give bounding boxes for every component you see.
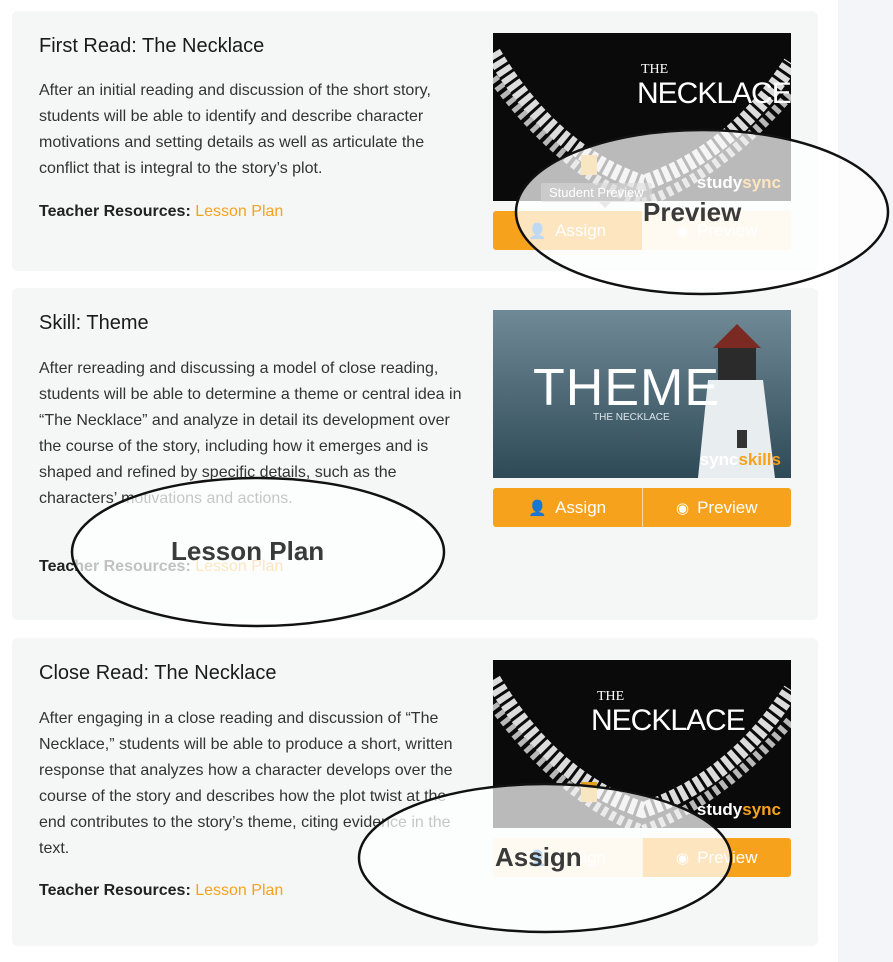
studysync-logo: studysync: [696, 173, 781, 192]
card-actions: 👤 Assign ◉ Preview: [493, 488, 791, 527]
eye-icon: ◉: [675, 849, 690, 867]
thumbnail-theme[interactable]: THEME THE NECKLACE syncskills: [493, 310, 791, 478]
preview-label: Preview: [697, 847, 758, 867]
card-title: Skill: Theme: [39, 312, 149, 334]
assign-button[interactable]: 👤 Assign: [493, 488, 642, 527]
add-user-icon: 👤: [528, 222, 548, 240]
lesson-plan-link[interactable]: Lesson Plan: [195, 203, 283, 220]
assign-callout-label: Assign: [495, 842, 582, 872]
card-description: After an initial reading and discussion …: [39, 82, 431, 177]
lesson-card-first-read: First Read: The Necklace After an initia…: [12, 11, 818, 271]
resources-label: Teacher Resources:: [39, 558, 191, 575]
resources-label: Teacher Resources:: [39, 203, 191, 220]
assign-button[interactable]: 👤 Assign: [493, 211, 642, 250]
lesson-card-close-read: Close Read: The Necklace After engaging …: [12, 638, 818, 946]
thumbnail-necklace[interactable]: THE NECKLACE studysync: [493, 660, 791, 828]
assign-label: Assign: [555, 220, 607, 240]
teacher-resources: Teacher Resources: Lesson Plan: [39, 882, 283, 900]
lesson-plan-link[interactable]: Lesson Plan: [195, 882, 283, 899]
teacher-resources: Teacher Resources: Lesson Plan: [39, 203, 283, 221]
preview-button[interactable]: ◉ Preview: [641, 838, 791, 877]
thumb-line1: THE: [641, 62, 668, 77]
lesson-card-skill-theme: Skill: Theme After rereading and discuss…: [12, 288, 818, 620]
preview-label: Preview: [697, 497, 758, 517]
add-user-icon: 👤: [528, 499, 548, 517]
card-description: After rereading and discussing a model o…: [39, 360, 462, 507]
thumb-line1: THEME: [533, 359, 720, 417]
student-preview-tooltip: Student Preview: [541, 183, 652, 208]
right-sidebar: [838, 0, 893, 962]
eye-icon: ◉: [675, 499, 690, 517]
resources-label: Teacher Resources:: [39, 882, 191, 899]
card-description: After engaging in a close reading and di…: [39, 710, 453, 857]
preview-callout-label: Preview: [643, 197, 742, 227]
preview-button[interactable]: ◉ Preview: [641, 488, 791, 527]
thumb-line1: THE: [597, 689, 624, 704]
assign-label: Assign: [555, 497, 607, 517]
lesson-plan-callout-label: Lesson Plan: [171, 536, 325, 566]
thumbnail-necklace[interactable]: THE NECKLACE studysync: [493, 33, 791, 201]
card-title: First Read: The Necklace: [39, 35, 265, 57]
thumb-line2: THE NECKLACE: [593, 412, 670, 423]
syncskills-logo: syncskills: [699, 450, 781, 469]
card-title: Close Read: The Necklace: [39, 662, 277, 684]
card-actions: 👤 Assign ◉ Preview: [493, 211, 791, 250]
studysync-logo: studysync: [696, 800, 781, 819]
thumb-line2: NECKLACE: [637, 77, 791, 110]
thumb-line2: NECKLACE: [591, 704, 745, 737]
